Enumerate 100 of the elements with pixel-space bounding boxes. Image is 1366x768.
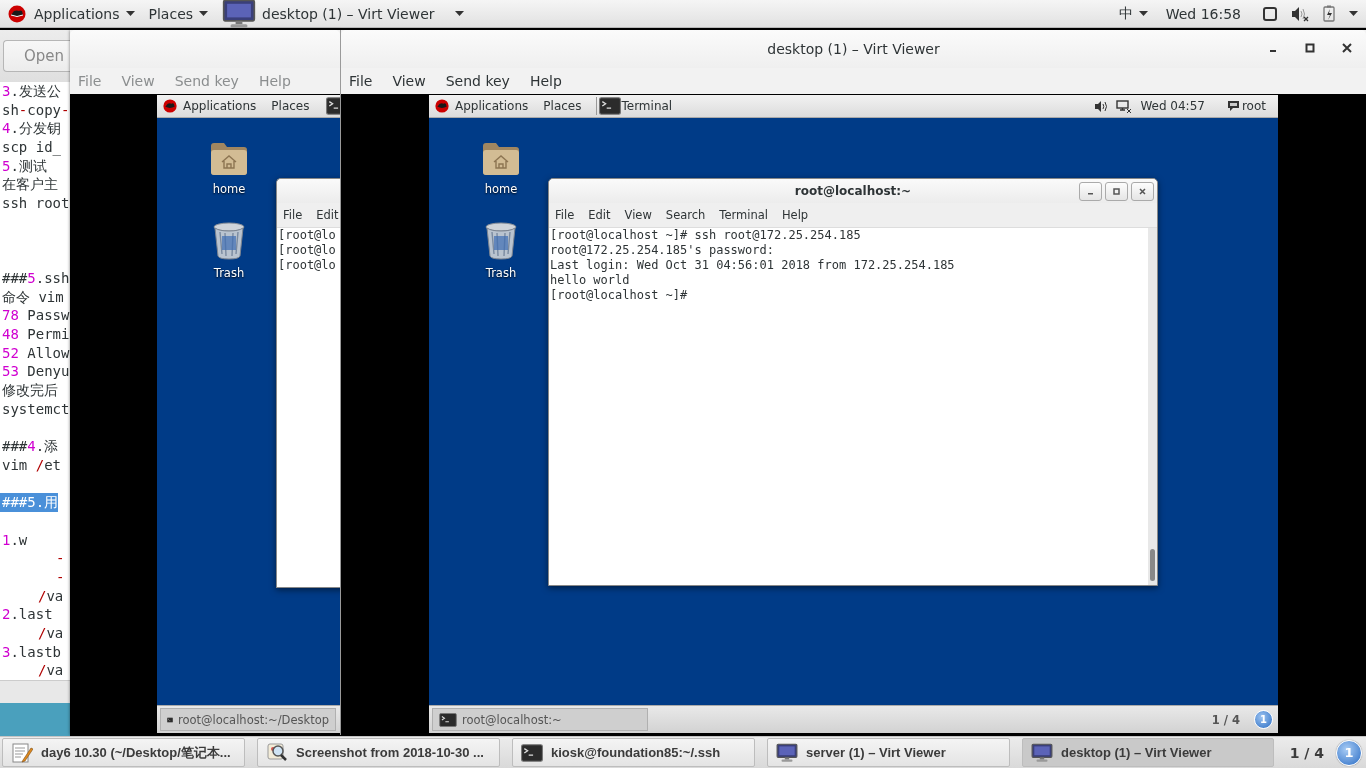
monitor-icon: [776, 741, 798, 764]
monitor-icon: [1031, 741, 1053, 764]
workspace-indicator[interactable]: 1 / 4: [1211, 712, 1240, 727]
code-line: ###4.添: [1, 437, 59, 456]
taskbar-button[interactable]: server (1) – Virt Viewer: [767, 738, 1010, 767]
caret-icon: [454, 11, 464, 16]
workspace-indicator[interactable]: 1 / 4: [1289, 744, 1324, 761]
maximize-icon: [1113, 188, 1120, 195]
menu-item[interactable]: Edit: [588, 208, 611, 222]
desktop-icon-label[interactable]: home: [212, 182, 246, 196]
clock[interactable]: Wed 04:57: [1140, 99, 1205, 113]
scrollbar[interactable]: [1148, 228, 1157, 585]
code-line: 5.测试: [1, 156, 47, 176]
menu-item[interactable]: Terminal: [719, 208, 768, 222]
code-line: systemct: [1, 399, 70, 419]
code-line: /va: [37, 661, 64, 680]
chat-icon[interactable]: [1226, 100, 1240, 112]
home-folder-icon[interactable]: [210, 140, 248, 176]
terminal-line: [root@lo: [277, 243, 336, 258]
caret-icon: [1349, 11, 1358, 16]
menu-item[interactable]: View: [392, 73, 426, 89]
maximize-button[interactable]: [1105, 182, 1128, 201]
maximize-icon[interactable]: [1305, 43, 1315, 53]
square-icon[interactable]: [1263, 6, 1277, 21]
code-line: 52 Allow: [1, 343, 70, 363]
code-line: 2.last: [1, 605, 53, 624]
code-line: 78 Passw: [1, 306, 70, 325]
hat-logo-icon: [8, 4, 26, 23]
menu-item[interactable]: Help: [781, 208, 809, 222]
menu-item[interactable]: File: [349, 73, 373, 89]
clock[interactable]: Wed 16:58: [1165, 5, 1241, 22]
guest-menu[interactable]: Places: [543, 99, 582, 113]
code-line: 修改完后: [1, 381, 58, 400]
code-line: 3.发送公: [1, 82, 61, 101]
window-title: desktop (1) – Virt Viewer: [767, 41, 940, 57]
taskbar-button[interactable]: day6 10.30 (~/Desktop/笔记本...: [2, 738, 245, 767]
code-line: 4.分发钥: [1, 119, 61, 139]
top-menu[interactable]: Places: [144, 0, 219, 28]
home-folder-icon[interactable]: [482, 140, 520, 176]
code-line: sh-copy-: [1, 100, 70, 120]
desktop-icon-label[interactable]: Trash: [485, 266, 517, 280]
terminal-line: [root@localhost ~]# ssh root@172.25.254.185: [549, 228, 861, 243]
terminal-line: Last login: Wed Oct 31 04:56:01 2018 from 172.25.254.185: [549, 258, 955, 273]
network-icon[interactable]: [1116, 99, 1133, 113]
code-line: /va: [37, 623, 64, 643]
code-line: 48 Permi: [1, 324, 70, 344]
trash-icon[interactable]: [485, 222, 517, 260]
terminal-line: hello world: [549, 273, 630, 288]
guest-menu[interactable]: Applications: [455, 99, 529, 113]
top-menu[interactable]: desktop (1) – Virt Viewer: [218, 0, 474, 28]
guest-menu[interactable]: Applications: [183, 99, 257, 113]
terminal-line: [root@lo: [277, 258, 336, 273]
taskbar-button[interactable]: kiosk@foundation85:~/.ssh: [512, 738, 755, 767]
menu-item[interactable]: Send key: [445, 73, 510, 89]
window-title: root@localhost:~: [794, 184, 912, 198]
desktop-icon-label[interactable]: Trash: [213, 266, 245, 280]
menu-item[interactable]: Edit: [316, 208, 339, 222]
volume-muted-icon[interactable]: [1291, 5, 1309, 22]
terminal-icon: [439, 712, 457, 727]
terminal-icon: [521, 743, 543, 762]
code-line: ###5.ssh: [1, 268, 70, 288]
close-button[interactable]: [1131, 182, 1154, 201]
terminal-line: [root@lo: [277, 228, 336, 243]
guest-menu[interactable]: Places: [271, 99, 310, 113]
app-menu[interactable]: Terminal: [621, 99, 673, 113]
terminal-line: [root@localhost ~]#: [549, 288, 689, 303]
terminal-line: root@172.25.254.185's password:: [549, 243, 774, 258]
code-line: -: [55, 549, 65, 568]
volume-icon[interactable]: [1094, 100, 1109, 112]
menu-item[interactable]: Help: [529, 73, 562, 89]
title-bar: [277, 179, 340, 203]
code-line: scp id_: [1, 138, 61, 157]
menu-item[interactable]: View: [624, 208, 652, 222]
input-method-menu[interactable]: 中: [1114, 0, 1158, 28]
code-line: 1.w: [1, 530, 28, 550]
taskbar-button[interactable]: root@localhost:~/Desktop: [160, 708, 336, 731]
code-line: /va: [37, 586, 64, 606]
menu-item[interactable]: Search: [665, 208, 706, 222]
taskbar-button[interactable]: Screenshot from 2018-10-30 ...: [257, 738, 500, 767]
status-bar: [0, 680, 70, 703]
caret-icon: [1138, 11, 1148, 16]
caret-icon: [125, 11, 135, 16]
code-line: 53 Denyu: [1, 362, 70, 381]
hat-logo-icon: [163, 99, 177, 113]
user-menu[interactable]: root: [1241, 99, 1266, 113]
minimize-button[interactable]: [1079, 182, 1102, 201]
menu-item[interactable]: File: [555, 208, 575, 222]
close-icon[interactable]: [1342, 43, 1352, 53]
taskbar-button[interactable]: root@localhost:~: [432, 708, 648, 731]
battery-icon[interactable]: [1323, 5, 1335, 22]
code-line: -: [55, 567, 65, 587]
code-line: 3.lastb: [1, 642, 61, 662]
desktop-icon-label[interactable]: home: [484, 182, 518, 196]
top-menu[interactable]: Applications: [30, 0, 145, 28]
code-line: vim /et: [1, 455, 61, 475]
menu-item[interactable]: File: [283, 208, 303, 222]
trash-icon[interactable]: [213, 222, 245, 260]
code-line: 在客户主: [1, 175, 58, 195]
code-line: ssh root: [1, 194, 70, 213]
taskbar-button[interactable]: desktop (1) – Virt Viewer: [1022, 738, 1274, 767]
